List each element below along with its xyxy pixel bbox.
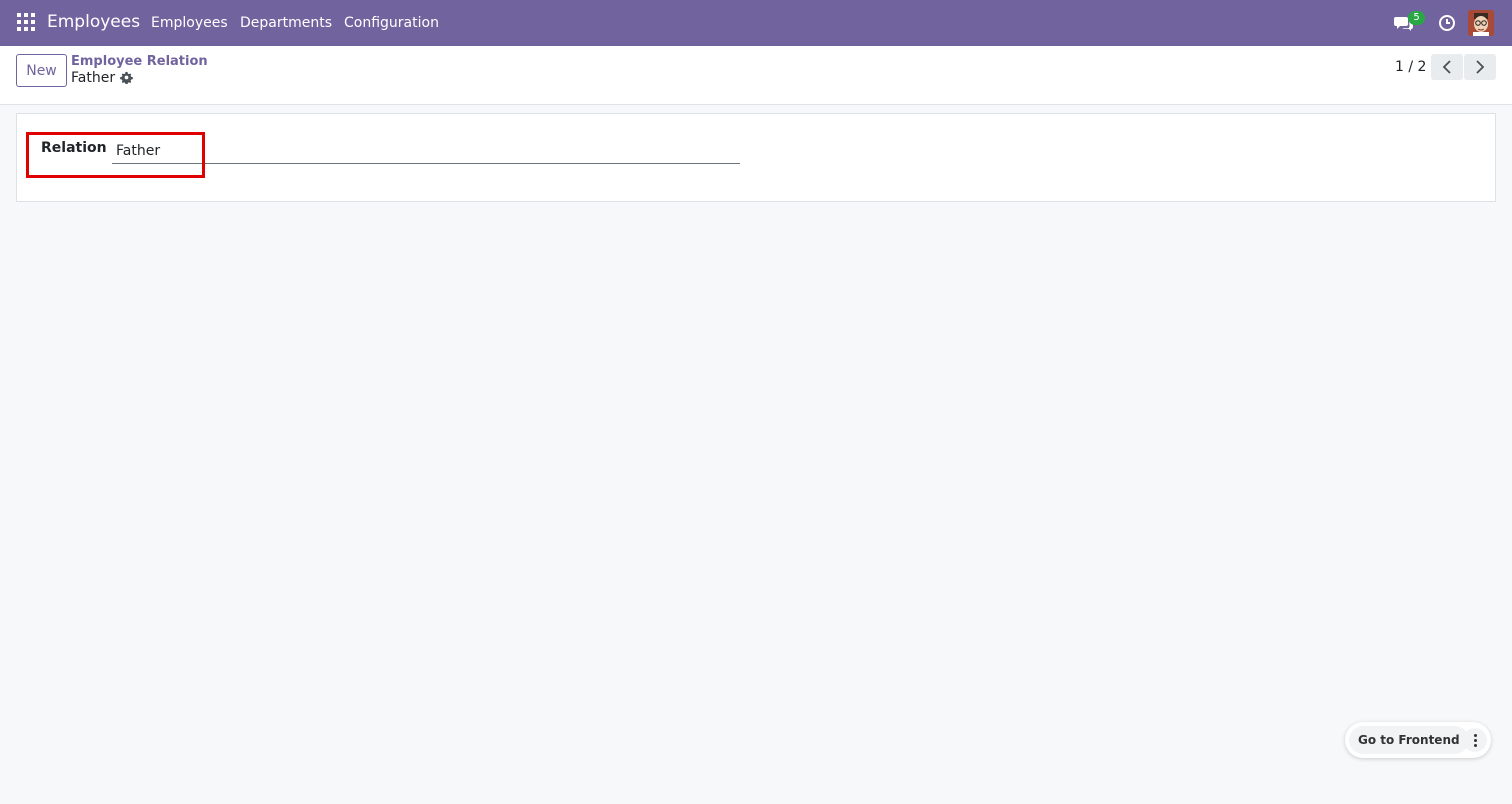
chat-count-badge: 5 — [1408, 11, 1425, 25]
top-navbar: Employees Employees Departments Configur… — [0, 0, 1512, 46]
new-button[interactable]: New — [16, 54, 67, 87]
chevron-right-icon — [1476, 60, 1485, 74]
menu-employees[interactable]: Employees — [151, 15, 228, 31]
frontend-panel: Go to Frontend — [1345, 722, 1491, 758]
gear-icon[interactable] — [120, 71, 133, 84]
go-to-frontend-button[interactable]: Go to Frontend — [1349, 726, 1469, 754]
breadcrumb-parent[interactable]: Employee Relation — [71, 54, 208, 69]
control-panel: New Employee Relation Father 1 / 2 — [0, 46, 1512, 105]
chevron-left-icon — [1442, 60, 1451, 74]
breadcrumb-current: Father — [71, 70, 116, 86]
apps-grid-icon[interactable] — [17, 13, 35, 31]
pager-next-button[interactable] — [1464, 54, 1496, 80]
app-brand[interactable]: Employees — [47, 12, 140, 32]
relation-field[interactable] — [112, 139, 740, 164]
menu-configuration[interactable]: Configuration — [344, 15, 439, 31]
clock-icon[interactable] — [1438, 14, 1456, 32]
relation-label: Relation — [41, 140, 107, 156]
more-options-icon[interactable] — [1463, 728, 1487, 752]
user-avatar[interactable] — [1468, 10, 1494, 36]
menu-departments[interactable]: Departments — [240, 15, 332, 31]
pager-value[interactable]: 1 / 2 — [1395, 59, 1426, 75]
pager-previous-button[interactable] — [1431, 54, 1463, 80]
